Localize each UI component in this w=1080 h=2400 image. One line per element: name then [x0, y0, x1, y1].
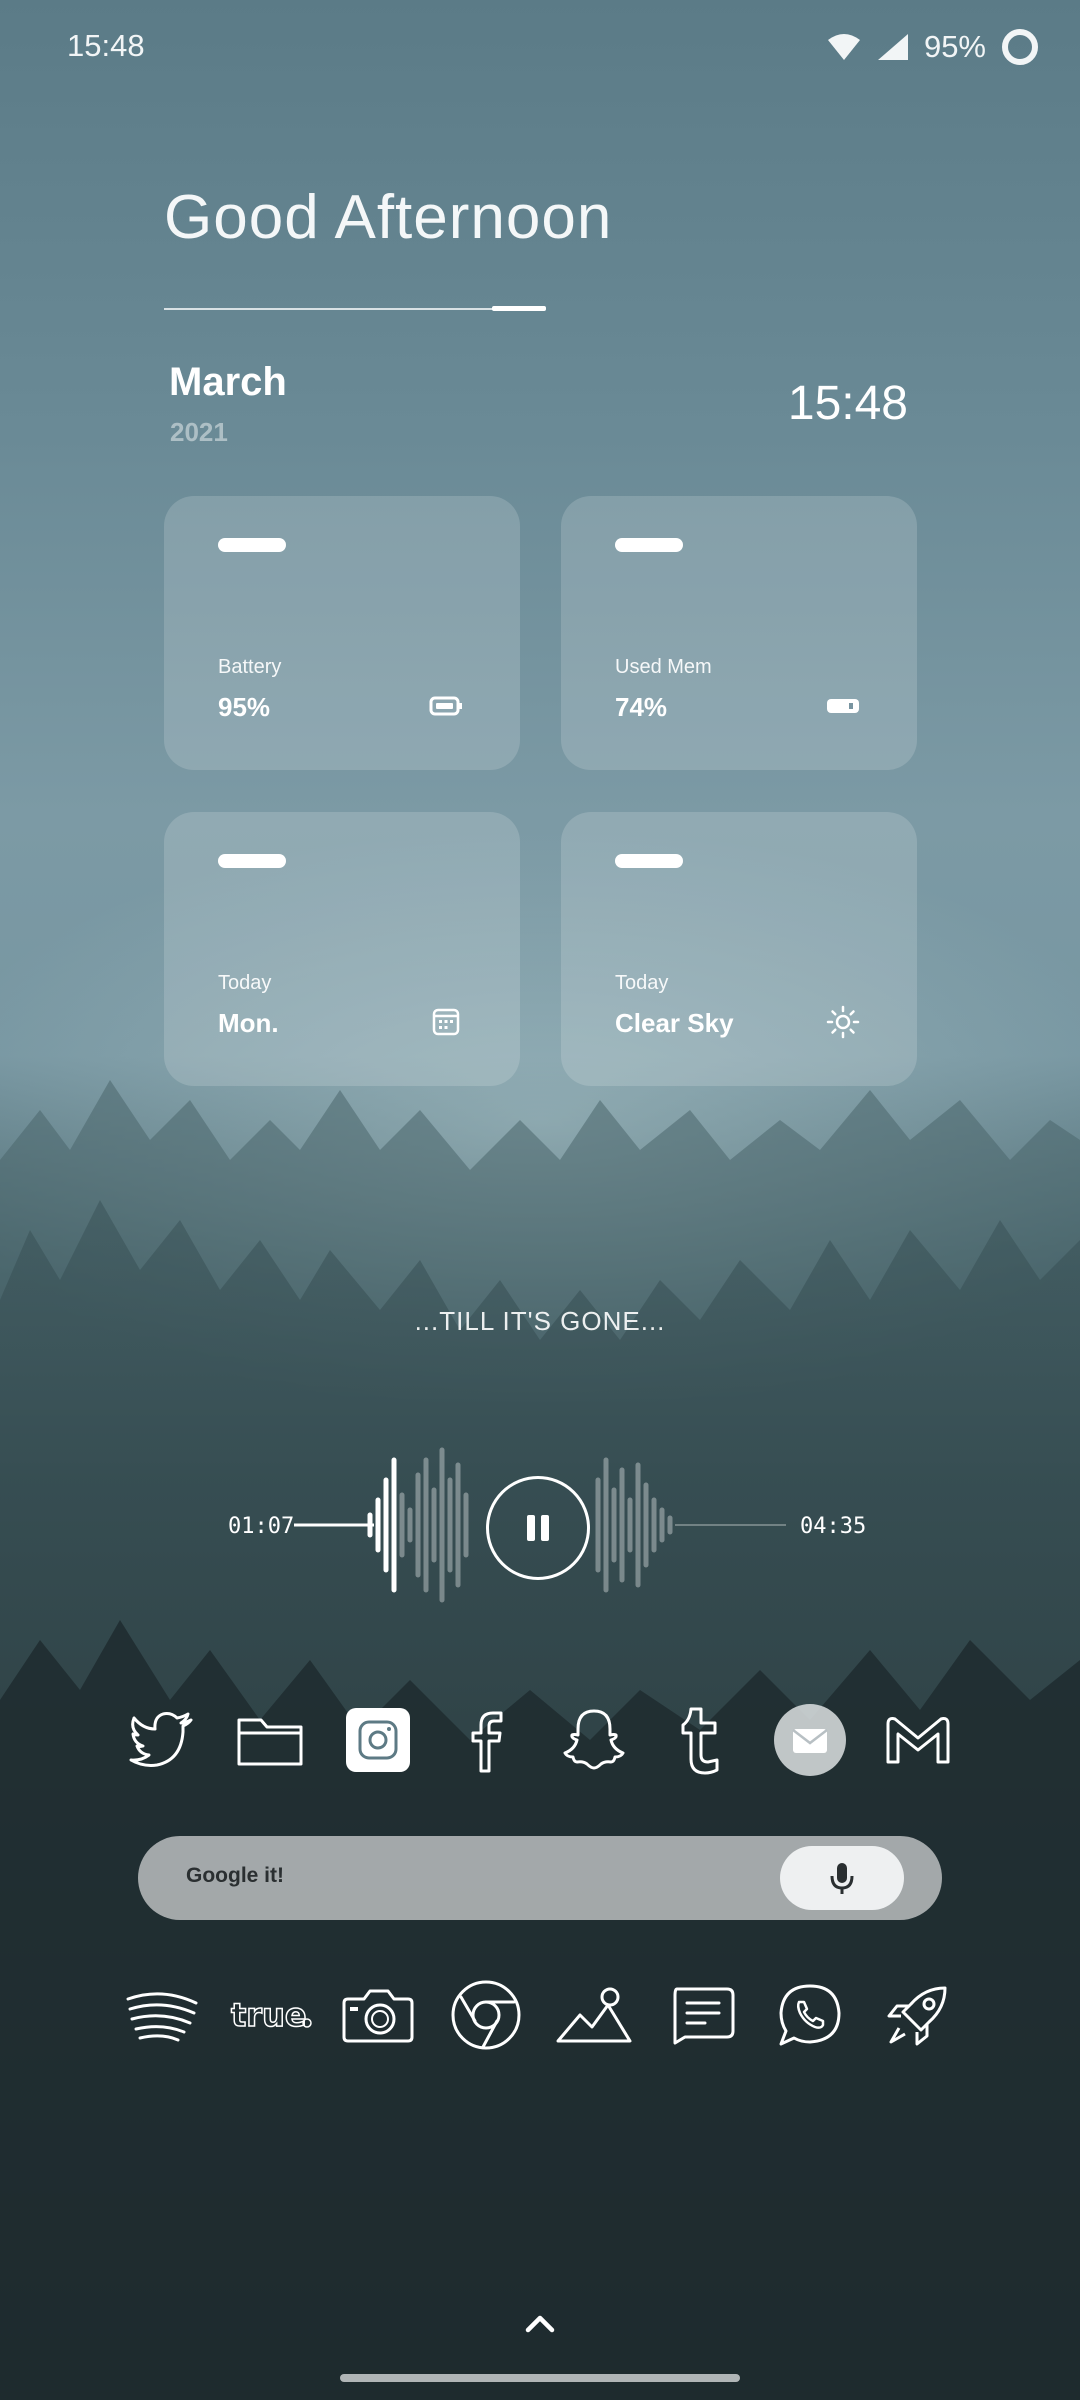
tumblr-app[interactable]: [659, 1697, 745, 1783]
snapchat-app[interactable]: [551, 1697, 637, 1783]
facebook-app[interactable]: [443, 1697, 529, 1783]
elapsed-time: 01:07: [228, 1514, 295, 1539]
greeting-divider-accent: [492, 306, 546, 311]
camera-icon: [342, 1989, 414, 2043]
messages-icon: [673, 1987, 735, 2045]
spotify-icon: [126, 1992, 198, 2042]
day-card[interactable]: Today Mon.: [164, 812, 520, 1086]
instagram-icon: [346, 1708, 410, 1772]
card-label: Used Mem: [615, 656, 712, 678]
card-value: Mon.: [218, 1008, 279, 1038]
status-icons: 95%: [826, 22, 1040, 72]
facebook-icon: [471, 1711, 503, 1773]
search-placeholder: Google it!: [186, 1864, 284, 1887]
gallery-app[interactable]: [551, 1972, 637, 2058]
wifi-icon: [827, 34, 860, 60]
app-row-social: [0, 1697, 1080, 1783]
card-value: 95%: [218, 692, 271, 722]
home-gesture-bar[interactable]: [340, 2374, 740, 2382]
email-app[interactable]: [767, 1697, 853, 1783]
song-title: ...TILL IT'S GONE...: [414, 1306, 666, 1336]
pause-icon: [527, 1515, 549, 1541]
year-label: 2021: [170, 417, 228, 447]
gmail-icon: [886, 1717, 950, 1764]
app-drawer-chevron-icon[interactable]: [522, 2312, 558, 2336]
pause-button[interactable]: [486, 1476, 590, 1580]
card-pill: [615, 854, 683, 868]
instagram-app[interactable]: [335, 1697, 421, 1783]
gallery-icon: [556, 1987, 632, 2043]
chrome-icon: [451, 1980, 521, 2050]
launcher-app[interactable]: [875, 1972, 961, 2058]
rocket-launcher-icon: [887, 1986, 947, 2046]
greeting-divider: [164, 308, 494, 310]
card-label: Today: [218, 972, 272, 994]
folder-icon: [237, 1718, 303, 1766]
gmail-app[interactable]: [875, 1697, 961, 1783]
card-pill: [615, 538, 683, 552]
spotify-app[interactable]: [119, 1972, 205, 2058]
voice-search-button[interactable]: [780, 1846, 904, 1910]
truecaller-icon: true: [230, 1995, 312, 2035]
card-label: Today: [615, 972, 669, 994]
memory-card[interactable]: Used Mem 74%: [561, 496, 917, 770]
twitter-icon: [129, 1712, 193, 1767]
twitter-app[interactable]: [119, 1697, 205, 1783]
truecaller-wordmark: true: [231, 1996, 307, 2034]
battery-icon: [429, 696, 462, 716]
status-time: 15:48: [67, 28, 145, 63]
chrome-app[interactable]: [443, 1972, 529, 2058]
whatsapp-app[interactable]: [767, 1972, 853, 2058]
battery-ring-icon: [1002, 29, 1038, 65]
microphone-icon: [830, 1863, 854, 1894]
card-label: Battery: [218, 656, 282, 678]
card-pill: [218, 854, 286, 868]
calendar-icon: [432, 1008, 460, 1036]
email-icon: [774, 1704, 846, 1776]
app-row-dock: true: [0, 1972, 1080, 2058]
card-value: Clear Sky: [615, 1008, 734, 1038]
files-app[interactable]: [227, 1697, 313, 1783]
sun-icon: [826, 1005, 860, 1039]
battery-percent: 95%: [923, 29, 986, 64]
card-pill: [218, 538, 286, 552]
memory-icon: [827, 699, 859, 713]
whatsapp-icon: [779, 1984, 841, 2046]
month-label: March: [169, 360, 287, 404]
clock-widget-time[interactable]: 15:48: [788, 376, 908, 431]
messages-app[interactable]: [659, 1972, 745, 2058]
weather-card[interactable]: Today Clear Sky: [561, 812, 917, 1086]
tumblr-icon: [681, 1707, 719, 1775]
battery-card[interactable]: Battery 95%: [164, 496, 520, 770]
signal-icon: [877, 34, 908, 60]
google-search-bar[interactable]: Google it!: [138, 1836, 942, 1920]
camera-app[interactable]: [335, 1972, 421, 2058]
snapchat-icon: [563, 1709, 625, 1770]
greeting-text: Good Afternoon: [164, 183, 613, 252]
truecaller-app[interactable]: true: [227, 1972, 313, 2058]
duration-time: 04:35: [800, 1514, 867, 1539]
card-value: 74%: [615, 692, 668, 722]
